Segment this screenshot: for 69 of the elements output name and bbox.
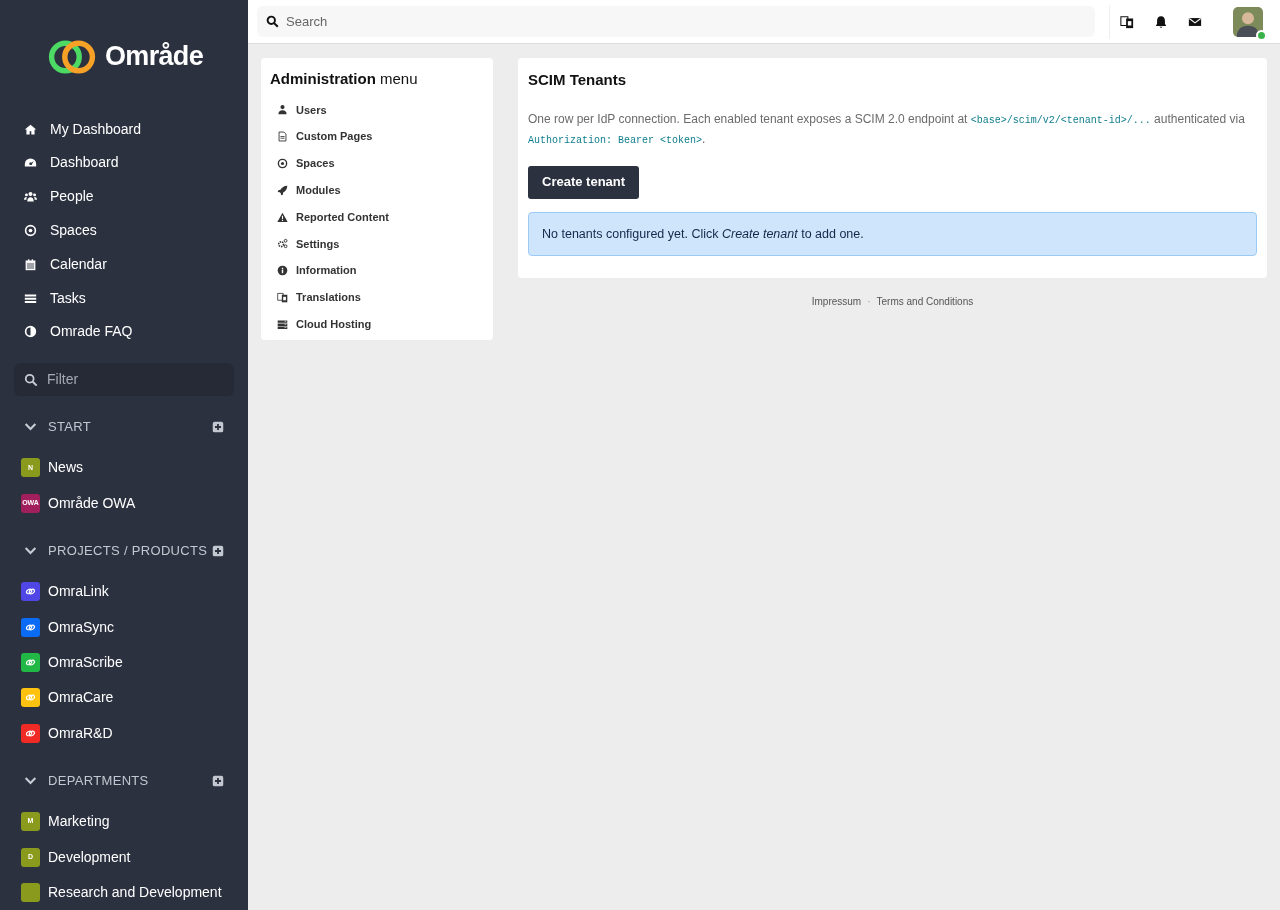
space-item[interactable]: OmraR&D bbox=[0, 715, 248, 751]
space-name: OmraSync bbox=[48, 617, 115, 637]
notice-text: No tenants configured yet. Click Create tenant to add one. bbox=[542, 225, 865, 243]
user-avatar[interactable] bbox=[1233, 6, 1263, 37]
home-icon bbox=[24, 122, 37, 136]
bell-icon bbox=[1154, 14, 1168, 29]
nav-item[interactable]: Spaces bbox=[0, 213, 248, 248]
add-icon bbox=[212, 420, 224, 433]
separator-dot: · bbox=[867, 294, 871, 309]
space-name: Development bbox=[48, 847, 131, 867]
document-icon bbox=[277, 131, 288, 143]
search-field[interactable]: Search bbox=[257, 6, 1095, 37]
translate-icon bbox=[1120, 14, 1134, 29]
footer-link[interactable]: Terms and Conditions bbox=[876, 293, 974, 309]
space-name: OmraCare bbox=[48, 688, 114, 708]
panel-title: SCIM Tenants bbox=[528, 70, 628, 90]
create-tenant-button[interactable]: Create tenant bbox=[528, 165, 640, 199]
space-item[interactable]: OmraCare bbox=[0, 680, 248, 716]
target-icon bbox=[24, 223, 37, 237]
section-heading[interactable]: DEPARTMENTS bbox=[48, 771, 212, 791]
search-icon bbox=[24, 372, 38, 387]
footer-link[interactable]: Impressum bbox=[811, 293, 862, 309]
section-heading[interactable]: PROJECTS / PRODUCTS bbox=[48, 541, 212, 561]
calendar-icon bbox=[24, 257, 37, 271]
space-name: OmraScribe bbox=[48, 652, 123, 672]
space-item[interactable]: OmraSync bbox=[0, 609, 248, 645]
description-text: One row per IdP connection. Each enabled tenant exposes a SCIM 2.0 endpoint at <base>/scim/v2/<tenant-id>/... authenticated via Authorization: Bearer <token>. bbox=[528, 110, 1246, 148]
admin-menu-item[interactable]: Spaces bbox=[270, 150, 484, 177]
brand-name: Område bbox=[105, 40, 203, 74]
admin-menu-item[interactable]: Translations bbox=[270, 284, 484, 311]
space-name: Research and Development bbox=[48, 882, 222, 902]
space-name: Område OWA bbox=[48, 493, 136, 513]
info-icon bbox=[277, 265, 288, 277]
warning-icon bbox=[277, 211, 288, 223]
rocket-icon bbox=[277, 184, 288, 196]
add-icon bbox=[212, 544, 224, 557]
user-icon bbox=[277, 104, 288, 116]
admin-menu-item[interactable]: Custom Pages bbox=[270, 123, 484, 151]
server-icon bbox=[277, 318, 288, 330]
space-item[interactable]: OmraScribe bbox=[0, 644, 248, 681]
translate-icon bbox=[277, 291, 288, 303]
admin-menu-item[interactable]: Users bbox=[270, 96, 484, 124]
space-name: News bbox=[48, 458, 83, 478]
admin-menu-item[interactable]: Information bbox=[270, 257, 484, 285]
menu-title: Administration menu bbox=[270, 69, 419, 89]
gauge-icon bbox=[24, 156, 37, 170]
people-icon bbox=[24, 190, 37, 204]
filter-field[interactable]: Filter bbox=[14, 362, 234, 396]
admin-menu-item[interactable]: Settings bbox=[270, 230, 484, 258]
space-name: Marketing bbox=[48, 812, 110, 832]
contrast-icon bbox=[24, 325, 37, 339]
target-icon bbox=[277, 158, 288, 169]
nav-item[interactable]: Omrade FAQ bbox=[0, 314, 248, 349]
admin-menu-item[interactable]: Reported Content bbox=[270, 203, 484, 231]
space-item[interactable]: Research and Development bbox=[0, 874, 248, 910]
section-heading[interactable]: START bbox=[48, 417, 212, 437]
space-name: OmraLink bbox=[48, 582, 109, 602]
nav-item[interactable]: Tasks bbox=[0, 281, 248, 315]
search-icon bbox=[266, 15, 279, 28]
nav-item[interactable]: Calendar bbox=[0, 247, 248, 282]
tasks-icon bbox=[24, 291, 37, 305]
admin-menu-item[interactable]: Cloud Hosting bbox=[270, 310, 484, 338]
space-name: OmraR&D bbox=[48, 723, 113, 743]
nav-item[interactable]: My Dashboard bbox=[0, 112, 248, 146]
nav-item[interactable]: People bbox=[0, 179, 248, 214]
space-item[interactable]: OmraLink bbox=[0, 574, 248, 610]
nav-item[interactable]: Dashboard bbox=[0, 145, 248, 180]
add-icon bbox=[212, 774, 224, 787]
admin-menu-item[interactable]: Modules bbox=[270, 176, 484, 204]
